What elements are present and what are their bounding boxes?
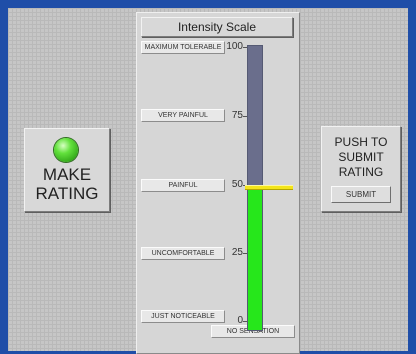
descriptor-very-painful: VERY PAINFUL (141, 109, 225, 122)
submit-rating-panel: PUSH TO SUBMIT RATING SUBMIT (321, 126, 401, 212)
submit-rating-label: PUSH TO SUBMIT RATING (334, 135, 388, 179)
make-rating-button[interactable]: MAKE RATING (24, 128, 110, 212)
intensity-scale: Intensity Scale MAXIMUM TOLERABLE VERY P… (136, 12, 300, 354)
tick-label-0: 0 (237, 315, 243, 326)
descriptor-uncomfortable: UNCOMFORTABLE (141, 247, 225, 260)
tick-label-50: 50 (231, 179, 243, 190)
tick-label-75: 75 (231, 110, 243, 121)
rating-indicator-led (54, 138, 78, 162)
descriptor-painful: PAINFUL (141, 179, 225, 192)
submit-button[interactable]: SUBMIT (331, 186, 391, 203)
make-rating-label: MAKE RATING (35, 165, 99, 203)
tick-label-100: 100 (226, 41, 243, 52)
tick-label-25: 25 (231, 247, 243, 258)
scale-title: Intensity Scale (141, 17, 293, 37)
intensity-slider-fill (248, 188, 262, 330)
descriptor-maximum-tolerable: MAXIMUM TOLERABLE (141, 41, 225, 54)
intensity-slider-handle[interactable] (245, 185, 293, 190)
descriptor-just-noticeable: JUST NOTICEABLE (141, 310, 225, 323)
